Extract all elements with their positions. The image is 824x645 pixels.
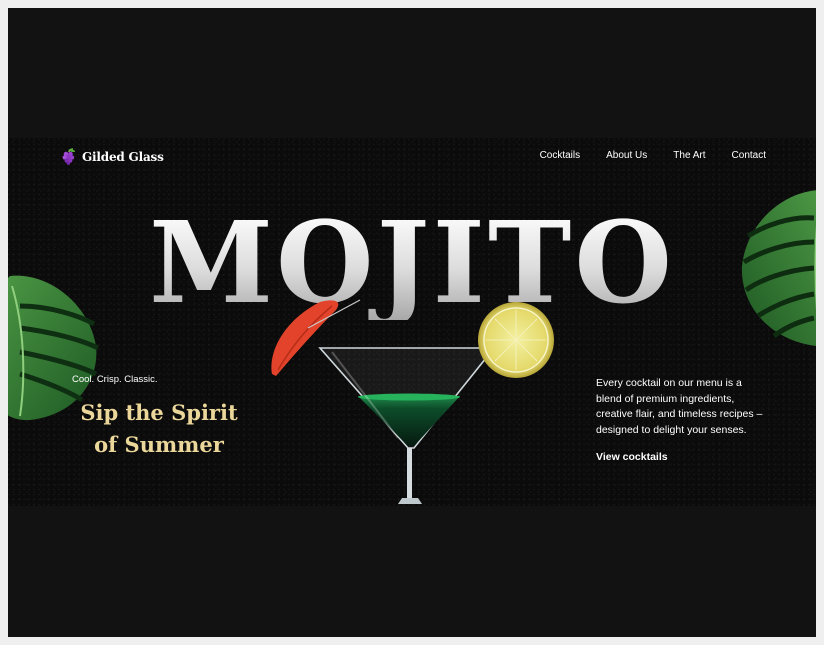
nav-links: Cocktails About Us The Art Contact [540, 150, 766, 161]
nav-link-cocktails[interactable]: Cocktails [540, 150, 581, 161]
headline-line-2: of Summer [94, 432, 224, 457]
brand-name: Gilded Glass [82, 149, 164, 164]
nav-link-about-us[interactable]: About Us [606, 150, 647, 161]
view-cocktails-link[interactable]: View cocktails [596, 451, 668, 463]
grapes-icon [62, 148, 77, 165]
headline-line-1: Sip the Spirit [80, 400, 238, 425]
top-navbar: Gilded Glass Cocktails About Us The Art … [8, 138, 816, 178]
nav-link-the-art[interactable]: The Art [673, 150, 705, 161]
page-frame: Gilded Glass Cocktails About Us The Art … [8, 8, 816, 637]
hero-description: Every cocktail on our menu is a blend of… [596, 377, 763, 436]
monstera-leaf-right-image [740, 182, 816, 357]
brand-logo[interactable]: Gilded Glass [62, 148, 164, 165]
cocktail-glass-image [248, 288, 558, 506]
hero-tagline: Cool. Crisp. Classic. [72, 374, 158, 385]
hero-section: Gilded Glass Cocktails About Us The Art … [8, 138, 816, 506]
nav-link-contact[interactable]: Contact [732, 150, 766, 161]
hero-headline: Sip the Spirit of Summer [64, 397, 254, 461]
